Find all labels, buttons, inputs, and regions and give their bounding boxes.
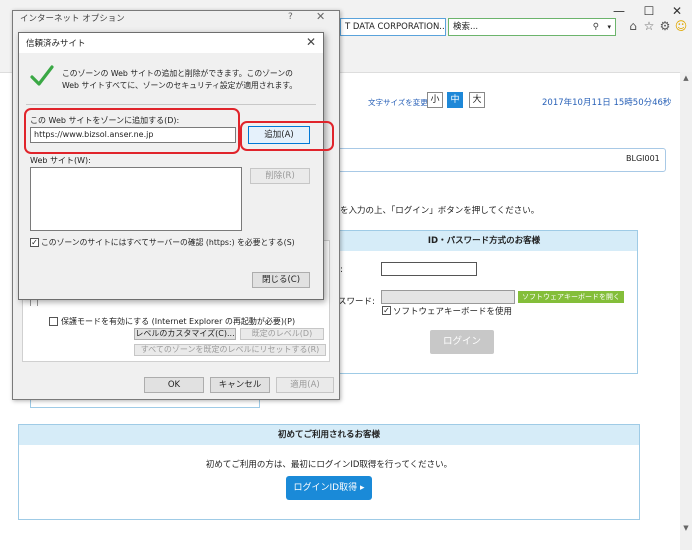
checkmark-icon (30, 64, 54, 88)
first-time-header: 初めてご利用されるお客様 (19, 425, 639, 445)
scroll-up-icon[interactable]: ▲ (680, 72, 692, 84)
protected-mode-checkbox[interactable] (49, 317, 58, 326)
text-size-medium-button[interactable]: 中 (447, 92, 463, 108)
help-icon[interactable]: ? (288, 12, 293, 22)
gear-icon[interactable]: ⚙ (658, 19, 672, 33)
text-size-small-button[interactable]: 小 (427, 92, 443, 108)
software-keyboard-button[interactable]: ソフトウェアキーボードを開く (518, 291, 624, 303)
separator (26, 104, 316, 105)
first-time-message: 初めてご利用の方は、最初にログインID取得を行ってください。 (205, 460, 453, 470)
software-keyboard-checkbox[interactable]: ✓ (382, 306, 391, 315)
text-size-label: 文字サイズを変更 (368, 98, 428, 107)
password-label: スワード: (338, 297, 375, 307)
trusted-sites-title: 信頼済みサイト (26, 39, 86, 49)
search-input[interactable]: 検索... ⚲ ▾ (448, 18, 616, 36)
close-window-button[interactable]: ✕ (666, 2, 688, 20)
login-button[interactable]: ログイン (430, 330, 494, 354)
password-input[interactable] (381, 290, 515, 304)
remove-site-button[interactable]: 削除(R) (250, 168, 310, 184)
current-datetime: 2017年10月11日 15時50分46秒 (542, 98, 672, 108)
add-button-highlight-annotation (240, 121, 334, 151)
home-icon[interactable]: ⌂ (626, 19, 640, 33)
reset-all-zones-button[interactable]: すべてのゾーンを既定のレベルにリセットする(R) (134, 344, 326, 356)
url-highlight-annotation (24, 108, 240, 154)
custom-level-button[interactable]: レベルのカスタマイズ(C)... (134, 328, 236, 340)
smiley-icon[interactable]: ☺ (674, 19, 688, 33)
scroll-down-icon[interactable]: ▼ (680, 522, 692, 534)
get-login-id-button[interactable]: ログインID取得 ▸ (286, 476, 372, 500)
default-level-button[interactable]: 既定のレベル(D) (240, 328, 324, 340)
cancel-button[interactable]: キャンセル (210, 377, 270, 393)
id-section-header: ID・パスワード方式のお客様 (331, 231, 637, 251)
star-icon[interactable]: ☆ (642, 19, 656, 33)
login-instruction: を入力の上、「ログイン」ボタンを押してください。 (340, 206, 540, 216)
trusted-sites-description: このゾーンの Web サイトの追加と削除ができます。このゾーンの Web サイト… (62, 69, 298, 90)
maximize-button[interactable]: ☐ (638, 2, 660, 20)
websites-label: Web サイト(W): (30, 156, 91, 165)
screen-code-box (330, 148, 666, 172)
screen-code: BLGI001 (626, 154, 660, 163)
text-size-large-button[interactable]: 大 (469, 92, 485, 108)
search-placeholder: 検索... (453, 22, 479, 32)
trusted-sites-close-icon[interactable]: ✕ (306, 35, 316, 49)
login-id-input[interactable] (381, 262, 477, 276)
protected-mode-label: 保護モードを有効にする (Internet Explorer の再起動が必要)(… (61, 317, 296, 326)
address-bar[interactable]: T DATA CORPORATION... ↺ (340, 18, 446, 36)
websites-list[interactable] (30, 167, 242, 231)
login-id-label: : (340, 265, 343, 275)
search-icon[interactable]: ⚲ (593, 19, 599, 35)
ok-button[interactable]: OK (144, 377, 204, 393)
software-keyboard-label: ソフトウェアキーボードを使用 (393, 307, 513, 317)
close-button[interactable]: 閉じる(C) (252, 272, 310, 288)
require-https-checkbox[interactable]: ✓ (30, 238, 39, 247)
require-https-label: このゾーンのサイトにはすべてサーバーの確認 (https:) を必要とする(S) (41, 238, 295, 247)
internet-options-close-icon[interactable]: ✕ (316, 10, 325, 23)
search-dropdown-icon[interactable]: ▾ (607, 19, 611, 35)
scrollbar[interactable] (680, 72, 692, 550)
apply-button[interactable]: 適用(A) (276, 377, 334, 393)
internet-options-title: インターネット オプション (20, 14, 125, 24)
